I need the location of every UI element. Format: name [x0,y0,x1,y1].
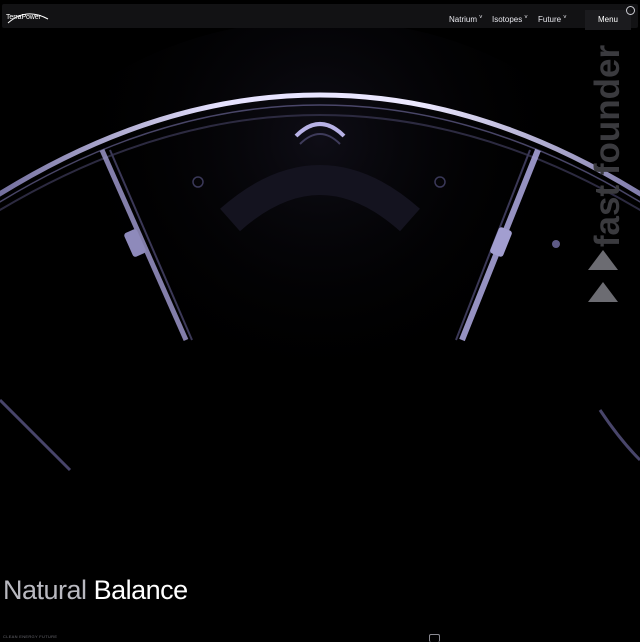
watermark: fast founder [584,36,632,247]
play-triangle-icon [588,250,618,270]
chevron-down-icon: ˅ [563,15,567,21]
play-controls[interactable] [586,248,620,306]
scroll-down-icon[interactable] [429,634,440,642]
nav-item-future[interactable]: Future ˅ [538,15,567,24]
headline-bold: Balance [93,575,189,605]
menu-button[interactable]: Menu [585,10,631,30]
chevron-down-icon: ˅ [479,15,483,21]
watermark-text: fast founder [588,44,627,248]
nav-item-label: Isotopes [492,15,523,24]
nav-item-label: Future [538,15,562,24]
play-triangle-icon [588,282,618,302]
headline-light: Natural [3,575,87,605]
brand-logo[interactable]: TerraPower [6,14,41,21]
nav-item-natrium[interactable]: Natrium ˅ [449,15,483,24]
search-icon[interactable] [626,6,635,15]
hero-headline: Natural Balance [3,575,188,606]
nav-item-label: Natrium [449,15,478,24]
hero-tagline: CLEAN ENERGY FUTURE [3,634,58,639]
reactor-hero-image [0,0,640,640]
chevron-down-icon: ˅ [524,15,528,21]
nav-item-isotopes[interactable]: Isotopes ˅ [492,15,528,24]
